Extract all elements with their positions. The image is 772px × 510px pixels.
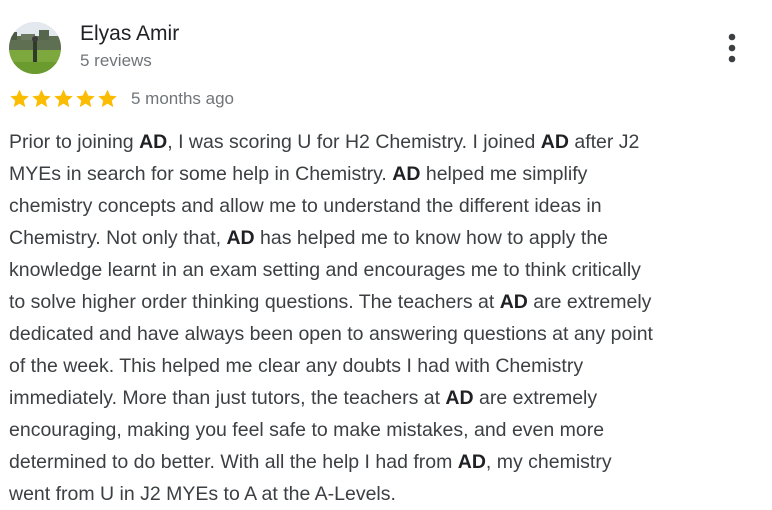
star-icon <box>54 89 73 108</box>
star-icon <box>32 89 51 108</box>
star-icon <box>10 89 29 108</box>
review-text-line: knowledge learnt in an exam setting and … <box>9 259 641 281</box>
review-text-line: determined to do better. With all the he… <box>9 451 612 473</box>
review-text-line: Prior to joining AD, I was scoring U for… <box>9 131 640 153</box>
review-text-line: to solve higher order thinking questions… <box>9 291 652 313</box>
more-options-button[interactable] <box>718 30 746 66</box>
review-text-line: immediately. More than just tutors, the … <box>9 387 598 409</box>
brand-name-highlight: AD <box>540 131 569 153</box>
brand-name-highlight: AD <box>445 387 474 409</box>
author-avatar[interactable] <box>9 22 61 74</box>
author-name[interactable]: Elyas Amir <box>80 22 179 46</box>
review-text-line: went from U in J2 MYEs to A at the A-Lev… <box>9 483 396 505</box>
landscape-avatar-icon <box>9 22 61 74</box>
author-review-count[interactable]: 5 reviews <box>80 51 152 71</box>
star-icon <box>76 89 95 108</box>
review-text-line: encouraging, making you feel safe to mak… <box>9 419 605 441</box>
brand-name-highlight: AD <box>226 227 255 249</box>
more-vert-icon <box>728 33 736 63</box>
star-icon <box>98 89 117 108</box>
review-text-line: dedicated and have always been open to a… <box>9 323 653 345</box>
brand-name-highlight: AD <box>499 291 528 313</box>
review-text-line: Chemistry. Not only that, AD has helped … <box>9 227 609 249</box>
review-text-line: MYEs in search for some help in Chemistr… <box>9 163 588 185</box>
brand-name-highlight: AD <box>392 163 421 185</box>
brand-name-highlight: AD <box>139 131 168 153</box>
review-text-line: chemistry concepts and allow me to under… <box>9 195 602 217</box>
brand-name-highlight: AD <box>457 451 486 473</box>
star-rating <box>9 88 118 110</box>
review-text-line: of the week. This helped me clear any do… <box>9 355 584 377</box>
review-time: 5 months ago <box>131 89 235 108</box>
review-text: Prior to joining AD, I was scoring U for… <box>9 126 761 510</box>
review-card: Elyas Amir 5 reviews 5 months ago Prior … <box>0 0 772 510</box>
